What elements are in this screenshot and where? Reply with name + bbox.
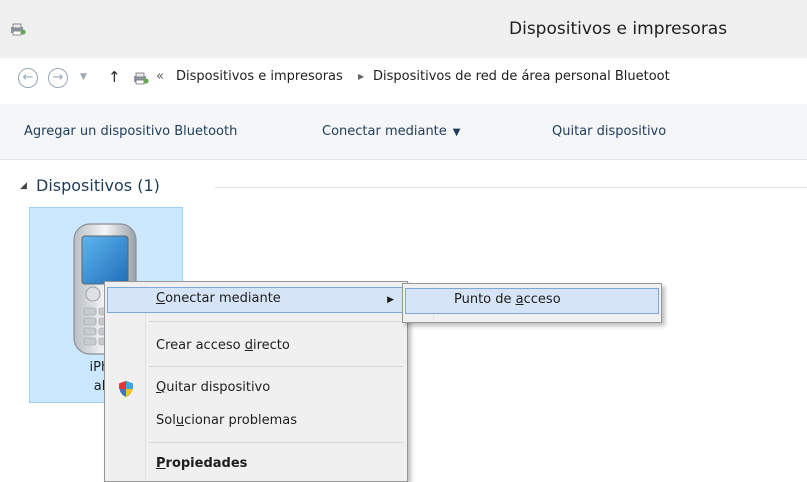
- menu-item-properties[interactable]: Propiedades: [107, 452, 405, 478]
- forward-button[interactable]: →: [48, 68, 68, 88]
- remove-device-button[interactable]: Quitar dispositivo: [552, 124, 666, 139]
- breadcrumb-separator-icon[interactable]: ▶: [358, 72, 364, 81]
- uac-shield-icon: [119, 381, 133, 397]
- devices-printers-icon: [11, 23, 26, 36]
- access-key: u: [175, 413, 185, 428]
- menu-separator: [149, 321, 403, 322]
- connect-using-submenu: Punto de acceso: [402, 283, 662, 323]
- collapse-triangle-icon[interactable]: ◢: [20, 181, 27, 191]
- context-menu: Conectar mediante ▶ Crear acceso directo…: [104, 281, 408, 482]
- breadcrumb-overflow[interactable]: «: [156, 69, 164, 84]
- menu-separator: [149, 366, 403, 367]
- address-bar: ← → ▼ ↑ « Dispositivos e impresoras ▶ Di…: [0, 58, 807, 100]
- back-arrow-icon: ←: [22, 70, 34, 85]
- access-key: a: [515, 292, 524, 307]
- window-title: Dispositivos e impresoras: [509, 19, 728, 39]
- access-key: P: [156, 456, 166, 471]
- group-divider: [215, 187, 807, 188]
- breadcrumb-bluetooth-pan[interactable]: Dispositivos de red de área personal Blu…: [373, 69, 670, 84]
- connect-using-button[interactable]: Conectar mediante ▼: [322, 124, 461, 139]
- menu-item-connect-using[interactable]: Conectar mediante ▶: [107, 287, 405, 313]
- add-bluetooth-device-button[interactable]: Agregar un dispositivo Bluetooth: [24, 124, 237, 139]
- access-key: Q: [156, 380, 167, 395]
- menu-item-access-point[interactable]: Punto de acceso: [405, 288, 659, 314]
- submenu-arrow-icon: ▶: [387, 295, 394, 305]
- group-title: Dispositivos (1): [36, 176, 160, 195]
- breadcrumb-devices-printers[interactable]: Dispositivos e impresoras: [176, 69, 343, 84]
- connect-using-label: Conectar mediante: [322, 124, 447, 139]
- menu-item-label: Propiedades: [156, 456, 248, 471]
- access-key: d: [244, 338, 253, 353]
- menu-item-label: Conectar mediante: [156, 291, 281, 306]
- up-arrow-icon[interactable]: ↑: [108, 68, 121, 86]
- chevron-down-icon[interactable]: ▼: [80, 72, 87, 82]
- menu-item-label: Punto de acceso: [454, 292, 561, 307]
- menu-item-remove-device[interactable]: Quitar dispositivo: [107, 376, 405, 402]
- forward-arrow-icon: →: [52, 70, 64, 85]
- menu-item-label: Solucionar problemas: [156, 413, 298, 428]
- access-key: C: [156, 291, 166, 306]
- title-bar: Dispositivos e impresoras: [0, 0, 807, 58]
- menu-item-label: Quitar dispositivo: [156, 380, 271, 395]
- dropdown-caret-icon: ▼: [452, 127, 461, 138]
- command-bar: Agregar un dispositivo Bluetooth Conecta…: [0, 104, 807, 160]
- menu-item-troubleshoot[interactable]: Solucionar problemas: [107, 409, 405, 435]
- group-header[interactable]: ◢ Dispositivos (1): [20, 176, 807, 198]
- menu-item-label: Crear acceso directo: [156, 338, 290, 353]
- devices-printers-icon: [134, 72, 149, 85]
- menu-item-create-shortcut[interactable]: Crear acceso directo: [107, 334, 405, 360]
- menu-separator: [149, 442, 403, 443]
- back-button[interactable]: ←: [18, 68, 38, 88]
